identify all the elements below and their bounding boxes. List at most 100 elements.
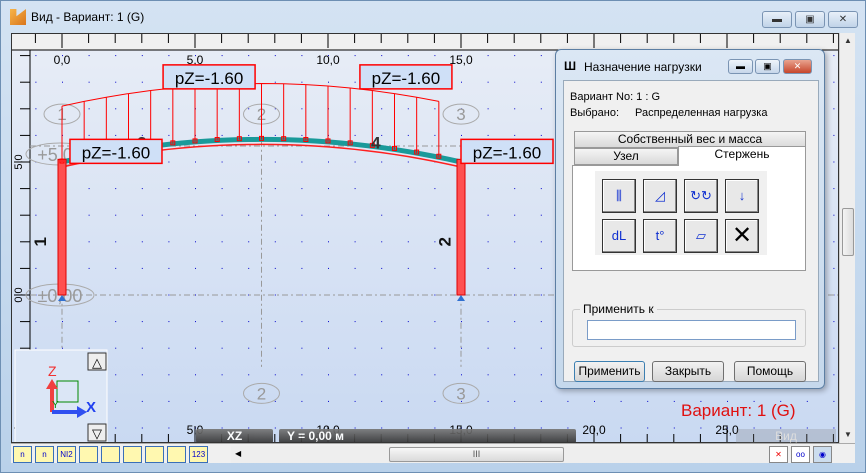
vertical-scroll-thumb[interactable] [842, 208, 854, 256]
grid-dot [514, 374, 516, 376]
dialog-minimize-button[interactable]: ▬ [728, 59, 753, 74]
grid-dot [195, 374, 196, 376]
grid-dot [407, 321, 409, 323]
section-icon[interactable]: NI2 [57, 446, 76, 463]
node-num-icon[interactable]: n [13, 446, 32, 463]
grid-dot [540, 214, 542, 216]
close-button[interactable]: ✕ [828, 11, 858, 28]
maximize-button[interactable]: ▣ [795, 11, 825, 28]
release-icon[interactable] [101, 446, 120, 463]
minimize-button[interactable]: ▬ [762, 11, 792, 28]
load-label: pZ=-1.60 [473, 143, 542, 162]
grid-dot [221, 400, 223, 402]
grid-dot [407, 55, 409, 57]
grid-dot [35, 347, 37, 349]
grid-dot [487, 347, 489, 349]
grid-dot [381, 108, 383, 110]
triangle-down-icon: ▽ [92, 426, 102, 441]
grid-dot [487, 81, 489, 83]
bottom-toolbar: nnNI2123 ◀ III ▶ ✕ oo ◉ [11, 443, 855, 463]
values-icon[interactable]: 123 [189, 446, 208, 463]
area-load-icon[interactable]: ▱ [684, 219, 718, 253]
grid-dot [35, 134, 37, 136]
support-icon[interactable] [79, 446, 98, 463]
column-member [57, 158, 67, 296]
vertical-scrollbar[interactable]: ▲ ▼ [839, 33, 855, 443]
distributed-moment-icon[interactable]: ↻↻ [684, 179, 718, 213]
scroll-down-icon[interactable]: ▼ [844, 430, 852, 439]
selected-value: Распределенная нагрузка [635, 107, 768, 119]
coordinate-selector[interactable]: Y = 0,00 м [279, 429, 576, 443]
selected-label: Выбрано: [570, 107, 620, 119]
grid-dot [274, 55, 276, 57]
grid-dot [434, 374, 436, 376]
tab-member[interactable]: Стержень [678, 146, 806, 166]
close-dialog-button[interactable]: Закрыть [652, 361, 724, 382]
grid-dot [354, 134, 356, 136]
grid-dot [195, 400, 196, 402]
support-icon [457, 295, 465, 301]
grid-dot [381, 134, 383, 136]
local-axes-icon[interactable] [123, 446, 142, 463]
grid-dot [301, 267, 303, 269]
x-axis-label: 10,0 [316, 53, 340, 67]
horizontal-scrollbar[interactable]: ◀ III ▶ [231, 446, 786, 463]
plane-selector[interactable]: XZ [196, 429, 273, 443]
length-change-icon[interactable]: dL [602, 219, 636, 253]
tab-node[interactable]: Узел [574, 148, 678, 165]
grid-dot [168, 161, 170, 163]
grid-dot [328, 400, 329, 402]
scroll-up-icon[interactable]: ▲ [844, 36, 852, 45]
trapezoid-load-icon[interactable]: ◿ [643, 179, 677, 213]
z-axis-label: Z [48, 363, 57, 379]
grid-dot [115, 108, 117, 110]
uniform-load-icon[interactable]: ⫼ [602, 179, 636, 213]
render-icon[interactable]: ◉ [813, 446, 832, 463]
grid-dot [381, 374, 383, 376]
grid-dot [221, 188, 223, 190]
grid-dot [328, 321, 329, 323]
delete-load-icon[interactable]: ✕ [725, 219, 759, 253]
concentrated-load-icon[interactable]: ↓ [725, 179, 759, 213]
grid-dot [407, 400, 409, 402]
grid-dot [833, 347, 835, 349]
grid-dot [168, 294, 170, 296]
grid-dot [381, 55, 383, 57]
grid-dot [221, 241, 223, 243]
no-display-icon[interactable]: ✕ [769, 446, 788, 463]
loads-icon[interactable] [167, 446, 186, 463]
grid-dot [195, 347, 196, 349]
dialog-maximize-button[interactable]: ▣ [755, 59, 780, 74]
grid-axis-label: 3 [456, 105, 465, 124]
view-label: Вид [736, 429, 836, 443]
plate-icon[interactable] [145, 446, 164, 463]
apply-to-input[interactable] [587, 320, 796, 340]
dialog-close-button[interactable]: ✕ [783, 59, 812, 74]
scroll-left-icon[interactable]: ◀ [235, 449, 241, 458]
z-axis-label: 5,0 [13, 154, 25, 169]
grid-dot [168, 214, 170, 216]
grid-dot [248, 241, 250, 243]
grid-dot [514, 321, 516, 323]
dialog-body: Вариант No: 1 : G Выбрано: Распределенна… [563, 80, 819, 382]
horizontal-scroll-thumb[interactable]: III [389, 447, 564, 462]
glasses-icon[interactable]: oo [791, 446, 810, 463]
grid-dot [487, 374, 489, 376]
grid-dot [274, 321, 276, 323]
help-button[interactable]: Помощь [734, 361, 806, 382]
grid-dot [407, 374, 409, 376]
grid-dot [248, 321, 250, 323]
apply-button[interactable]: Применить [574, 361, 645, 382]
grid-dot [248, 267, 250, 269]
grid-dot [274, 241, 276, 243]
grid-dot [88, 134, 90, 136]
grid-dot [407, 267, 409, 269]
grid-dot [328, 214, 329, 216]
grid-dot [35, 108, 37, 110]
grid-dot [487, 214, 489, 216]
thermal-load-icon[interactable]: t° [643, 219, 677, 253]
grid-dot [833, 321, 835, 323]
grid-dot [274, 374, 276, 376]
grid-dot [328, 347, 329, 349]
member-num-icon[interactable]: n [35, 446, 54, 463]
